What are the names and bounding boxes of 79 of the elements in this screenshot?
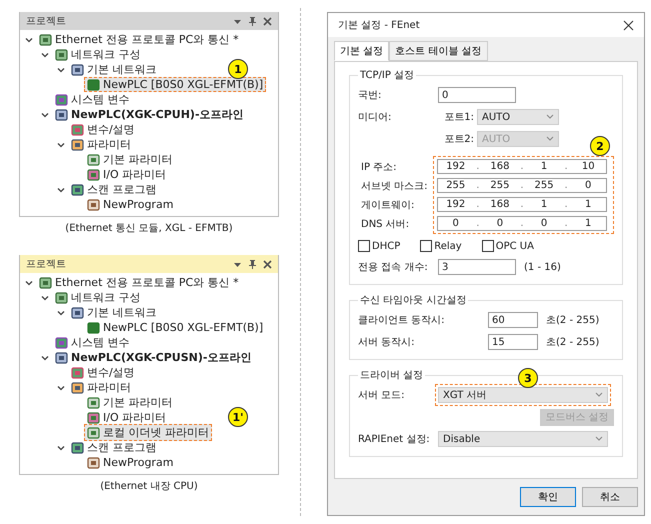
pin-icon[interactable] xyxy=(248,259,257,269)
tree-item[interactable]: 로컬 이더넷 파라미터 xyxy=(84,424,212,441)
tree-item[interactable]: 변수/설명 xyxy=(68,364,138,381)
tree-item[interactable]: NewPLC [B0S0 XGL-EFMT(B)] xyxy=(84,77,266,92)
ip-address-field[interactable]: 192 . 168 . 1 . 10 xyxy=(437,159,607,174)
tree-item[interactable]: 파라미터 xyxy=(68,379,134,396)
tree-item[interactable]: 기본 네트워크 xyxy=(68,304,160,321)
tree-item[interactable]: I/O 파라미터 xyxy=(84,166,170,183)
group-title: TCP/IP 설정 xyxy=(359,69,416,82)
ip-address-field[interactable]: 255 . 255 . 255 . 0 xyxy=(437,178,607,193)
tree-item[interactable]: NewPLC(XGK-CPUH)-오프라인 xyxy=(52,106,247,123)
chevron-down-icon xyxy=(546,114,554,120)
callout-badge: 1 xyxy=(228,59,248,79)
dialog-button[interactable]: 확인 xyxy=(520,487,576,507)
field-label: 서버 모드: xyxy=(358,389,406,402)
input-field[interactable]: 0 xyxy=(438,87,516,103)
tree-item[interactable]: NewProgram xyxy=(84,197,176,212)
field-label: 서버 동작시: xyxy=(358,336,416,349)
input-field[interactable]: 60 xyxy=(488,312,538,328)
tree-item[interactable]: 파라미터 xyxy=(68,136,134,153)
tree-item[interactable]: 시스템 변수 xyxy=(52,334,132,351)
port-label: 포트2: xyxy=(443,133,474,146)
port-label: 포트1: xyxy=(443,111,474,124)
tree-item[interactable]: 기본 네트워크 xyxy=(68,61,160,78)
field-label: 미디어: xyxy=(358,112,392,123)
field-label: RAPIEnet 설정: xyxy=(358,433,431,446)
checkbox[interactable]: OPC UA xyxy=(482,240,534,252)
input-field[interactable]: 3 xyxy=(438,259,516,275)
caption: (Ethernet 내장 CPU) xyxy=(100,480,198,493)
group-title: 드라이버 설정 xyxy=(359,369,424,382)
panel-title: 프로젝트 xyxy=(26,15,66,28)
tab[interactable]: 호스트 테이블 설정 xyxy=(389,41,488,61)
caption: (Ethernet 통신 모듈, XGL - EFMTB) xyxy=(65,222,233,235)
chevron-down-icon xyxy=(595,436,603,442)
tab[interactable]: 기본 설정 xyxy=(334,41,390,61)
callout-badge: 2 xyxy=(590,136,610,156)
checkbox[interactable]: DHCP xyxy=(358,240,400,252)
tree-item[interactable]: 시스템 변수 xyxy=(52,91,132,108)
tree-item[interactable]: NewPLC(XGK-CPUSN)-오프라인 xyxy=(52,349,254,366)
chevron-down-icon xyxy=(595,392,603,398)
tree-item[interactable]: I/O 파라미터 xyxy=(84,409,170,426)
close-icon[interactable] xyxy=(263,260,272,268)
field-label: 전용 접속 개수: xyxy=(358,261,429,274)
panel-title: 프로젝트 xyxy=(26,258,66,271)
field-label: 게이트웨이: xyxy=(361,198,414,212)
tree-item[interactable]: 스캔 프로그램 xyxy=(68,181,160,198)
tree-item[interactable]: 네트워크 구성 xyxy=(52,289,144,306)
range-hint: (1 - 16) xyxy=(524,262,561,272)
field-label: 클라이언트 동작시: xyxy=(358,314,446,327)
callout-badge: 3 xyxy=(518,368,538,388)
input-field[interactable]: 15 xyxy=(488,334,538,350)
ip-address-field[interactable]: 0 . 0 . 0 . 1 xyxy=(437,216,607,231)
dropdown[interactable]: AUTO xyxy=(477,109,559,125)
callout-badge: 1' xyxy=(228,407,248,427)
chevron-down-icon xyxy=(546,136,554,142)
field-label: IP 주소: xyxy=(361,160,397,174)
tree-item[interactable]: Ethernet 전용 프로토콜 PC와 통신 * xyxy=(36,274,242,291)
tree-item[interactable]: 기본 파라미터 xyxy=(84,394,176,411)
close-icon[interactable] xyxy=(623,20,634,30)
field-label: 서브넷 마스크: xyxy=(361,180,428,192)
dropdown[interactable]: XGT 서버 xyxy=(438,387,608,403)
range-hint: 초(2 - 255) xyxy=(546,336,600,349)
checkbox[interactable]: Relay xyxy=(420,240,462,252)
tree-item[interactable]: NewProgram xyxy=(84,455,176,470)
tree-item[interactable]: NewPLC [B0S0 XGL-EFMT(B)] xyxy=(84,320,266,335)
window-title: 기본 설정 - FEnet xyxy=(338,19,420,32)
tree-item[interactable]: Ethernet 전용 프로토콜 PC와 통신 * xyxy=(36,31,242,48)
tree-item[interactable]: 스캔 프로그램 xyxy=(68,439,160,456)
tree-item[interactable]: 변수/설명 xyxy=(68,121,138,138)
group-title: 수신 타임아웃 시간설정 xyxy=(359,294,468,307)
dialog-button[interactable]: 취소 xyxy=(582,487,638,507)
pin-icon[interactable] xyxy=(248,16,257,26)
ip-address-field[interactable]: 192 . 168 . 1 . 1 xyxy=(437,197,607,212)
field-label: 국번: xyxy=(358,89,382,102)
dropdown[interactable]: Disable xyxy=(438,431,608,447)
range-hint: 초(2 - 255) xyxy=(546,314,600,327)
tree-item[interactable]: 네트워크 구성 xyxy=(52,46,144,63)
field-label: DNS 서버: xyxy=(361,218,410,230)
tree-item[interactable]: 기본 파라미터 xyxy=(84,151,176,168)
